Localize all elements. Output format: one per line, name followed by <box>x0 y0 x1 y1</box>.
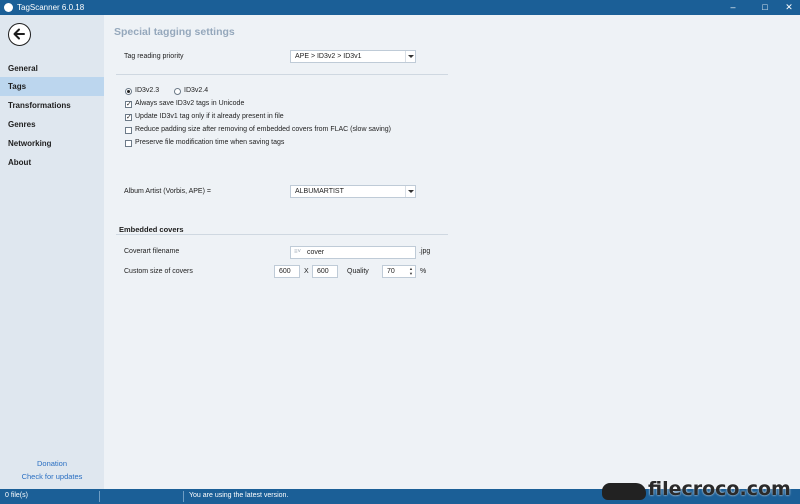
cover-width-value: 600 <box>279 268 291 275</box>
checkbox-update-id3v1-label: Update ID3v1 tag only if it already pres… <box>135 113 284 120</box>
cover-width-input[interactable]: 600 <box>274 265 300 278</box>
status-message: You are using the latest version. <box>189 492 289 499</box>
radio-id3v24-label: ID3v2.4 <box>184 87 209 94</box>
album-artist-value: ALBUMARTIST <box>295 188 344 195</box>
size-separator: X <box>304 268 309 275</box>
maximize-icon[interactable]: □ <box>754 0 776 15</box>
sidebar-item-general[interactable]: General <box>0 59 104 78</box>
coverart-filename-input[interactable]: ≡˅ cover <box>290 246 416 259</box>
quality-label: Quality <box>347 268 369 275</box>
radio-id3v23[interactable] <box>125 88 132 95</box>
watermark: filecroco.com <box>596 478 800 504</box>
checkbox-preserve-time-label: Preserve file modification time when sav… <box>135 139 285 146</box>
chevron-down-icon <box>405 186 415 197</box>
reading-priority-select[interactable]: APE > ID3v2 > ID3v1 <box>290 50 416 63</box>
coverart-filename-label: Coverart filename <box>124 248 180 255</box>
coverart-ext: .jpg <box>419 248 431 255</box>
percent-label: % <box>420 268 427 275</box>
sidebar-item-transformations[interactable]: Transformations <box>0 96 104 115</box>
app-icon <box>4 3 13 12</box>
watermark-text: filecroco.com <box>648 478 791 500</box>
minimize-icon[interactable]: – <box>722 0 744 15</box>
check-updates-link[interactable]: Check for updates <box>0 472 104 481</box>
sidebar-item-genres[interactable]: Genres <box>0 115 104 134</box>
quality-stepper[interactable]: 70 ▲ ▼ <box>382 265 416 278</box>
sidebar-item-networking[interactable]: Networking <box>0 134 104 153</box>
checkbox-update-id3v1[interactable]: ✓ <box>125 114 132 121</box>
sidebar-item-tags[interactable]: Tags <box>0 77 104 96</box>
checkbox-unicode[interactable]: ✓ <box>125 101 132 108</box>
radio-id3v23-label: ID3v2.3 <box>135 87 160 94</box>
cover-height-input[interactable]: 600 <box>312 265 338 278</box>
reading-priority-value: APE > ID3v2 > ID3v1 <box>295 53 362 60</box>
status-separator <box>99 491 100 502</box>
spin-arrows-icon[interactable]: ▲ ▼ <box>407 266 415 277</box>
divider <box>116 74 448 75</box>
checkbox-reduce-padding[interactable] <box>125 127 132 134</box>
file-count: 0 file(s) <box>5 492 28 499</box>
title-bar: TagScanner 6.0.18 – □ ✕ <box>0 0 800 15</box>
window-title: TagScanner 6.0.18 <box>17 3 85 12</box>
coverart-filename-value: cover <box>307 249 325 256</box>
embedded-covers-title: Embedded covers <box>119 225 184 234</box>
checkbox-reduce-padding-label: Reduce padding size after removing of em… <box>135 126 392 133</box>
radio-id3v24[interactable] <box>174 88 181 95</box>
main-panel: Special tagging settings Tag reading pri… <box>104 15 800 489</box>
sidebar-item-about[interactable]: About <box>0 153 104 172</box>
divider <box>116 234 448 235</box>
close-icon[interactable]: ✕ <box>778 0 800 15</box>
quality-value: 70 <box>387 268 395 275</box>
arrow-left-icon <box>13 28 25 40</box>
album-artist-select[interactable]: ALBUMARTIST <box>290 185 416 198</box>
checkbox-preserve-time[interactable] <box>125 140 132 147</box>
format-icon: ≡˅ <box>294 249 302 255</box>
cover-height-value: 600 <box>317 268 329 275</box>
section-title: Special tagging settings <box>114 26 235 38</box>
back-button[interactable] <box>8 23 31 46</box>
chevron-down-icon <box>405 51 415 62</box>
sidebar: General Tags Transformations Genres Netw… <box>0 15 104 489</box>
donation-link[interactable]: Donation <box>0 459 104 468</box>
album-artist-label: Album Artist (Vorbis, APE) = <box>124 188 211 195</box>
reading-priority-label: Tag reading priority <box>124 53 184 60</box>
checkbox-unicode-label: Always save ID3v2 tags in Unicode <box>135 100 245 107</box>
cover-size-label: Custom size of covers <box>124 268 193 275</box>
status-separator <box>183 491 184 502</box>
crocodile-icon <box>602 483 646 500</box>
